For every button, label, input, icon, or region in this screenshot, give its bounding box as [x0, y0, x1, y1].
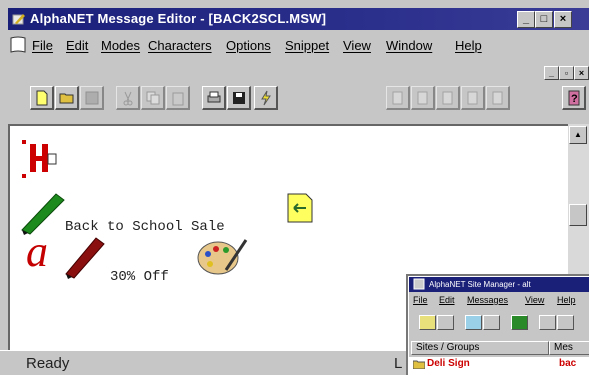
site-manager-title: AlphaNET Site Manager - alt [429, 280, 531, 289]
lightning-button[interactable] [254, 86, 278, 110]
menu-characters[interactable]: Characters [148, 38, 212, 53]
page-4-button[interactable] [461, 86, 485, 110]
sm-menu-messages[interactable]: Messages [467, 295, 508, 305]
svg-text:a: a [26, 230, 48, 274]
menu-file[interactable]: File [32, 38, 53, 53]
sm-column-sites-groups[interactable]: Sites / Groups [411, 341, 549, 355]
lightning-icon [261, 90, 271, 106]
paint-palette-icon [197, 239, 248, 275]
page-2-button[interactable] [411, 86, 435, 110]
mdi-minimize-button[interactable]: _ [544, 66, 559, 80]
page-icon [417, 91, 428, 105]
save-disk-button[interactable] [227, 86, 251, 110]
sm-toolbar-button-6[interactable] [539, 315, 556, 330]
menu-edit[interactable]: Edit [66, 38, 88, 53]
site-manager-window[interactable]: AlphaNET Site Manager - alt File Edit Me… [408, 276, 589, 375]
app-icon [12, 14, 25, 25]
site-manager-menu-bar: File Edit Messages View Help [409, 295, 589, 309]
menu-modes[interactable]: Modes [101, 38, 140, 53]
menu-window[interactable]: Window [386, 38, 432, 53]
yellow-note-icon [287, 193, 313, 223]
sm-toolbar-button-3[interactable] [465, 315, 482, 330]
sm-column-messages[interactable]: Mes [549, 341, 589, 355]
cut-button[interactable] [116, 86, 140, 110]
mdi-close-button[interactable]: × [574, 66, 589, 80]
folder-icon [413, 360, 425, 369]
sm-menu-view[interactable]: View [525, 295, 544, 305]
new-file-icon [36, 90, 48, 106]
sm-list: Deli Sign bac [409, 357, 589, 375]
page-3-button[interactable] [436, 86, 460, 110]
floppy-icon [85, 91, 99, 105]
minimize-button[interactable]: _ [517, 11, 535, 28]
mdi-restore-button[interactable]: ▫ [559, 66, 574, 80]
red-pen-icon [65, 237, 105, 279]
document-icon[interactable] [10, 36, 26, 54]
sm-toolbar-button-5[interactable] [511, 315, 528, 330]
save-button[interactable] [80, 86, 104, 110]
paste-icon [172, 92, 184, 106]
open-folder-icon [59, 93, 74, 104]
copy-button[interactable] [141, 86, 165, 110]
new-button[interactable] [30, 86, 54, 110]
title-bar[interactable]: AlphaNET Message Editor - [BACK2SCL.MSW]… [8, 8, 589, 30]
page-icon [392, 91, 403, 105]
menu-options[interactable]: Options [226, 38, 271, 53]
maximize-button[interactable]: □ [535, 11, 553, 28]
red-h-marker-icon [22, 140, 57, 178]
sm-toolbar-button-7[interactable] [557, 315, 574, 330]
scissors-icon [123, 91, 133, 106]
sm-menu-file[interactable]: File [413, 295, 428, 305]
menu-view[interactable]: View [343, 38, 371, 53]
scroll-thumb[interactable] [569, 204, 587, 226]
sm-menu-help[interactable]: Help [557, 295, 576, 305]
toolbar: ? [8, 86, 589, 116]
print-button[interactable] [202, 86, 226, 110]
close-button[interactable]: × [554, 11, 572, 28]
sm-toolbar-button-1[interactable] [419, 315, 436, 330]
page-icon [442, 91, 453, 105]
message-line-2: 30% Off [110, 269, 169, 285]
printer-icon [207, 91, 221, 103]
menu-bar: File Edit Modes Characters Options Snipp… [8, 32, 589, 62]
green-pen-icon [21, 193, 65, 235]
sm-toolbar-button-2[interactable] [437, 315, 454, 330]
menu-help[interactable]: Help [455, 38, 482, 53]
scroll-up-button[interactable]: ▲ [569, 126, 587, 144]
window-title: AlphaNET Message Editor - [BACK2SCL.MSW] [30, 11, 327, 26]
sm-toolbar-button-4[interactable] [483, 315, 500, 330]
site-manager-icon [413, 278, 425, 290]
open-button[interactable] [55, 86, 79, 110]
sm-site-row[interactable]: Deli Sign [427, 358, 470, 369]
page-icon [492, 91, 503, 105]
disk-icon [233, 92, 245, 104]
editor-window: AlphaNET Message Editor - [BACK2SCL.MSW]… [0, 0, 589, 375]
paste-button[interactable] [166, 86, 190, 110]
page-icon [467, 91, 478, 105]
help-button[interactable]: ? [562, 86, 586, 110]
copy-icon [146, 91, 160, 105]
sm-message-cell[interactable]: bac [559, 358, 576, 369]
site-manager-title-bar[interactable]: AlphaNET Site Manager - alt [409, 277, 589, 292]
page-5-button[interactable] [486, 86, 510, 110]
status-indicator: L [394, 355, 403, 372]
page-1-button[interactable] [386, 86, 410, 110]
sm-menu-edit[interactable]: Edit [439, 295, 455, 305]
svg-text:?: ? [571, 93, 578, 105]
red-letter-a-icon: a [26, 230, 48, 274]
help-question-icon: ? [568, 90, 580, 106]
status-ready-text: Ready [26, 355, 70, 372]
menu-snippet[interactable]: Snippet [285, 38, 329, 53]
